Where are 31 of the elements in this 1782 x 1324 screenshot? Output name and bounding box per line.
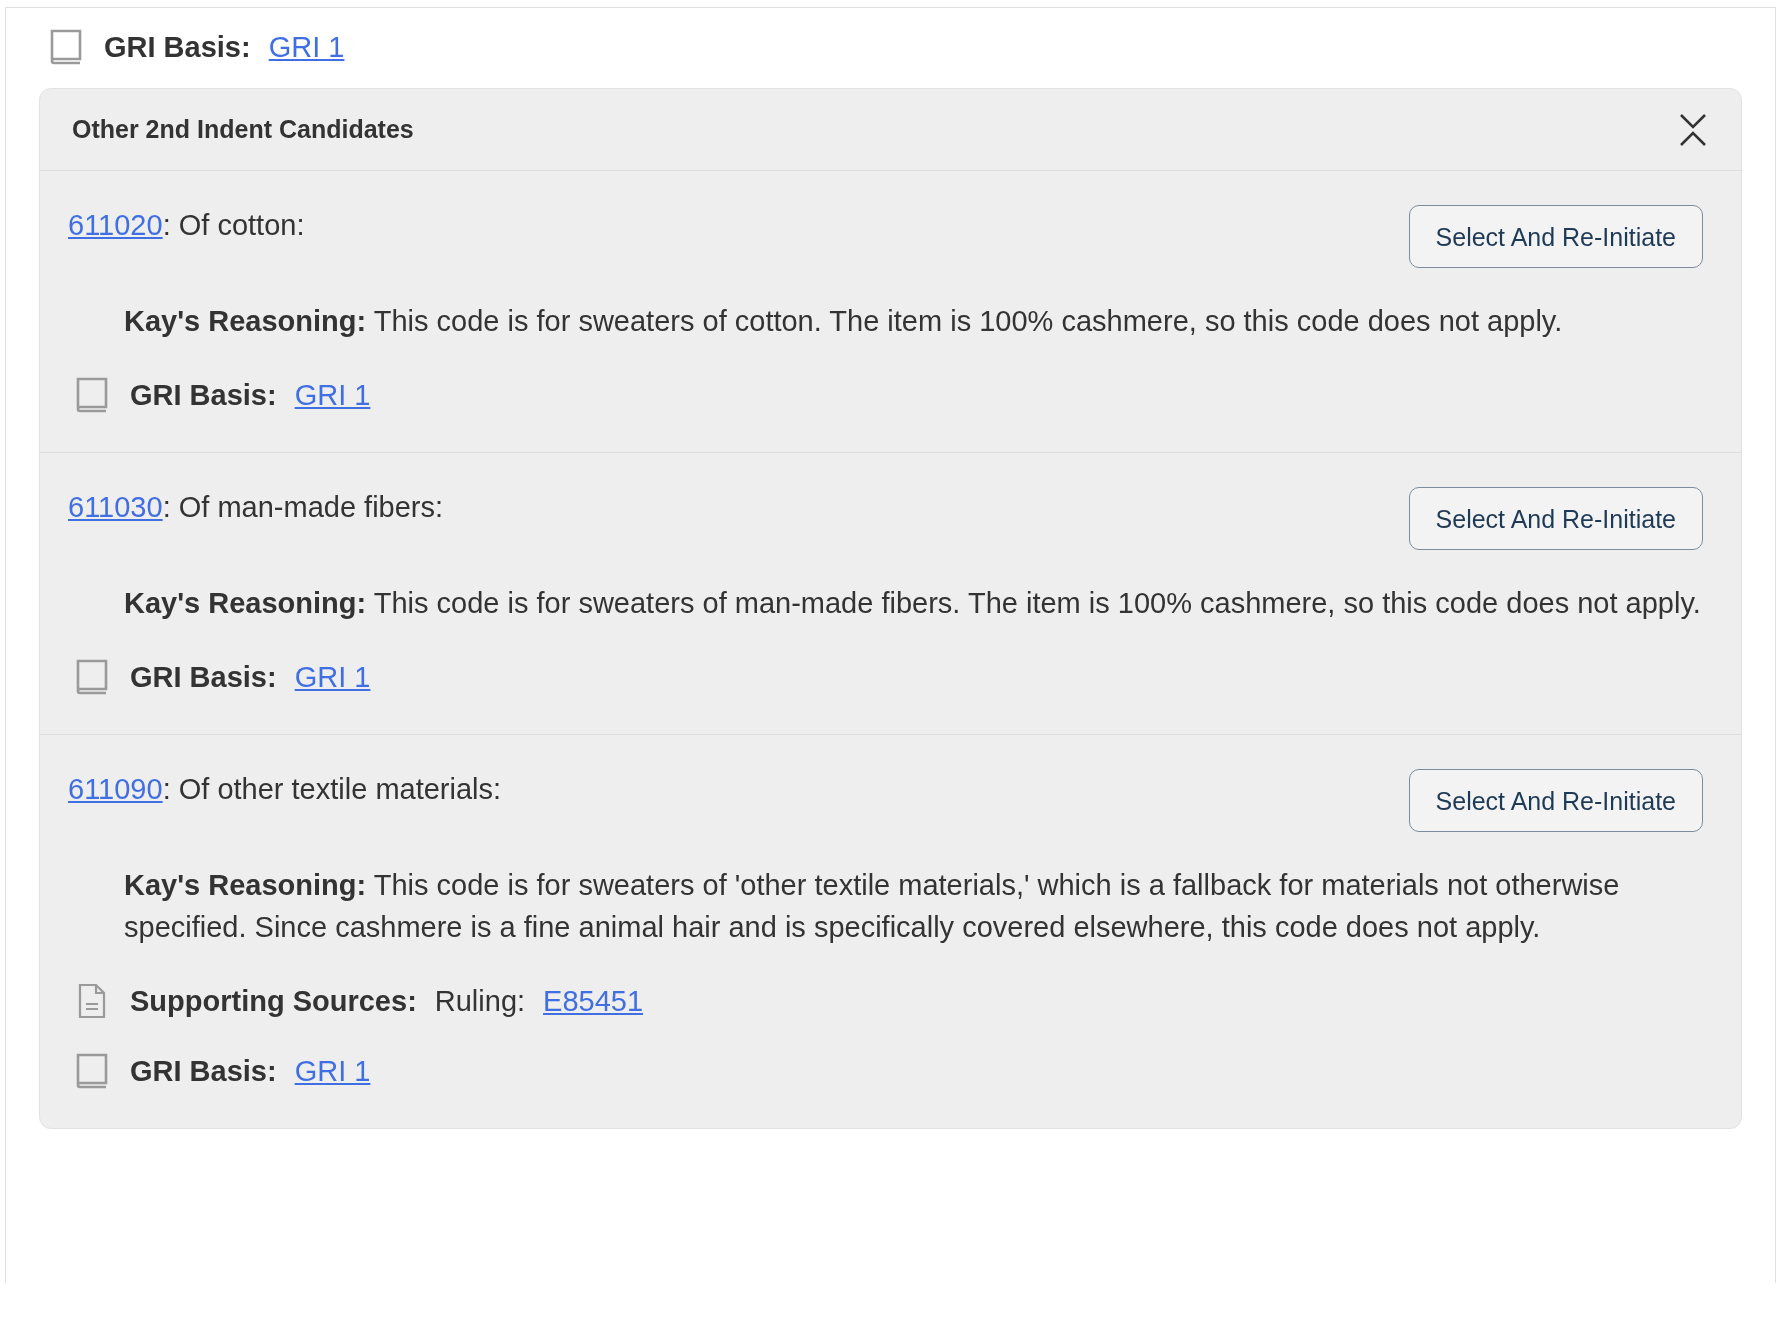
code-description: : Of man-made fibers: xyxy=(162,490,444,525)
book-icon xyxy=(75,1052,109,1090)
reasoning-text: Kay's Reasoning: This code is for sweaters of 'other textile materials,' which is a fallback for materials not otherwise specified. Since cashmere is a fine animal hair and is specifically covered elsewhere, this code does not apply. xyxy=(124,868,1621,945)
reasoning-text: Kay's Reasoning: This code is for sweaters of man-made fibers. The item is 100% cashmere, so this code does not apply. xyxy=(124,586,1702,621)
reasoning-text: Kay's Reasoning: This code is for sweaters of cotton. The item is 100% cashmere, so this code does not apply. xyxy=(124,304,1564,339)
code-description: : Of cotton: xyxy=(162,208,305,243)
gri-basis-label: GRI Basis: xyxy=(130,660,277,695)
gri-link[interactable]: GRI 1 xyxy=(294,1050,371,1092)
select-reinitiate-button[interactable]: Select And Re-Initiate xyxy=(1408,769,1703,832)
gri-basis-label: GRI Basis: xyxy=(130,378,277,413)
select-reinitiate-button[interactable]: Select And Re-Initiate xyxy=(1408,205,1703,268)
gri-link[interactable]: GRI 1 xyxy=(294,374,371,416)
code-description: : Of other textile materials: xyxy=(162,772,502,807)
gri-basis-label: GRI Basis: xyxy=(130,1054,277,1089)
collapse-icon[interactable] xyxy=(1679,112,1707,147)
code-link[interactable]: 611090 xyxy=(68,768,163,810)
source-type-label: Ruling: xyxy=(434,984,526,1019)
book-icon xyxy=(75,658,109,696)
book-icon xyxy=(49,28,83,66)
book-icon xyxy=(75,376,109,414)
supporting-sources-label: Supporting Sources: xyxy=(130,984,417,1019)
gri-basis-label: GRI Basis: xyxy=(104,30,251,65)
panel-title: Other 2nd Indent Candidates xyxy=(72,115,414,144)
gri-link[interactable]: GRI 1 xyxy=(294,656,371,698)
code-link[interactable]: 611030 xyxy=(68,486,163,528)
select-reinitiate-button[interactable]: Select And Re-Initiate xyxy=(1408,487,1703,550)
panel-header[interactable]: Other 2nd Indent Candidates xyxy=(40,89,1741,170)
code-link[interactable]: 611020 xyxy=(68,204,163,246)
gri-link[interactable]: GRI 1 xyxy=(268,26,345,68)
document-icon xyxy=(77,983,107,1019)
ruling-link[interactable]: E85451 xyxy=(543,980,644,1022)
